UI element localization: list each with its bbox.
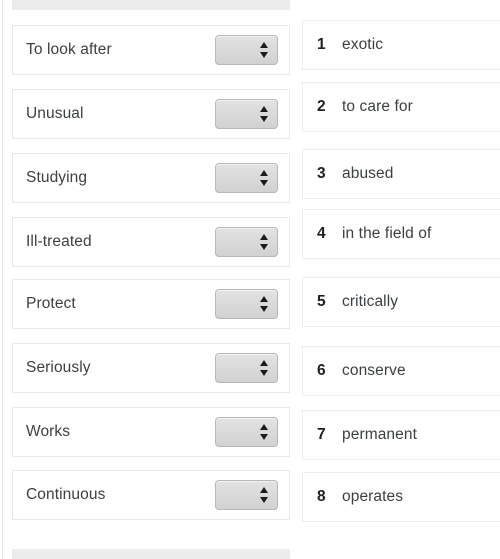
term-row[interactable]: Works — [12, 407, 290, 457]
answer-text: abused — [342, 165, 394, 183]
answer-text: exotic — [342, 36, 384, 54]
answer-text: conserve — [342, 362, 406, 380]
answer-row[interactable]: 1 exotic — [302, 20, 500, 70]
term-row[interactable]: Studying — [12, 153, 290, 203]
chevron-updown-icon — [260, 359, 269, 377]
answer-number: 1 — [317, 36, 326, 54]
term-label: Protect — [26, 295, 76, 313]
term-row[interactable]: Continuous — [12, 470, 290, 520]
term-select-dropdown[interactable] — [215, 289, 278, 319]
term-label: Works — [26, 423, 71, 441]
term-label: Continuous — [26, 486, 106, 504]
answer-row[interactable]: 7 permanent — [302, 410, 500, 460]
answer-row[interactable]: 3 abused — [302, 149, 500, 199]
matching-exercise-screen: To look after Unusual Studying Ill-treat… — [0, 0, 500, 559]
term-label: Unusual — [26, 105, 84, 123]
answer-number: 2 — [317, 98, 326, 116]
answer-text: operates — [342, 488, 404, 506]
answer-text: permanent — [342, 426, 418, 444]
term-select-dropdown[interactable] — [215, 163, 278, 193]
answer-row[interactable]: 6 conserve — [302, 346, 500, 396]
chevron-updown-icon — [260, 169, 269, 187]
answer-text: critically — [342, 293, 399, 311]
term-row[interactable]: Protect — [12, 279, 290, 329]
container-left-edge — [2, 0, 3, 559]
chevron-updown-icon — [260, 423, 269, 441]
term-label: Ill-treated — [26, 233, 92, 251]
answer-number: 8 — [317, 488, 326, 506]
answer-number: 4 — [317, 225, 326, 243]
answer-row[interactable]: 8 operates — [302, 472, 500, 522]
answer-text: in the field of — [342, 225, 432, 243]
answer-number: 6 — [317, 362, 326, 380]
chevron-updown-icon — [260, 486, 269, 504]
term-row[interactable]: Seriously — [12, 343, 290, 393]
chevron-updown-icon — [260, 295, 269, 313]
term-select-dropdown[interactable] — [215, 480, 278, 510]
term-select-dropdown[interactable] — [215, 417, 278, 447]
answer-row[interactable]: 5 critically — [302, 277, 500, 327]
term-select-dropdown[interactable] — [215, 353, 278, 383]
term-label: Seriously — [26, 359, 91, 377]
term-row[interactable]: To look after — [12, 25, 290, 75]
answer-number: 5 — [317, 293, 326, 311]
answer-text: to care for — [342, 98, 413, 116]
top-divider-bar — [12, 0, 290, 10]
term-select-dropdown[interactable] — [215, 99, 278, 129]
term-label: Studying — [26, 169, 88, 187]
term-label: To look after — [26, 41, 112, 59]
term-row[interactable]: Ill-treated — [12, 217, 290, 267]
answer-row[interactable]: 2 to care for — [302, 82, 500, 132]
answer-number: 7 — [317, 426, 326, 444]
chevron-updown-icon — [260, 233, 269, 251]
chevron-updown-icon — [260, 41, 269, 59]
term-select-dropdown[interactable] — [215, 35, 278, 65]
term-select-dropdown[interactable] — [215, 227, 278, 257]
chevron-updown-icon — [260, 105, 269, 123]
term-row[interactable]: Unusual — [12, 89, 290, 139]
bottom-divider-bar — [12, 549, 290, 559]
answer-row[interactable]: 4 in the field of — [302, 209, 500, 259]
answer-number: 3 — [317, 165, 326, 183]
